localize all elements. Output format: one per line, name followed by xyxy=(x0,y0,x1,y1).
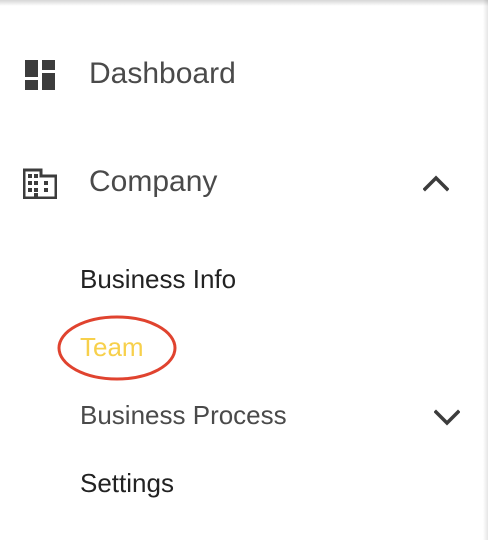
building-icon xyxy=(23,166,57,200)
sub-item-team[interactable]: Team xyxy=(80,332,144,363)
sub-item-settings[interactable]: Settings xyxy=(80,468,174,499)
top-shadow xyxy=(0,0,488,6)
sidebar-nav: Dashboard Company Business Info Team Bus… xyxy=(0,0,488,540)
right-edge-shadow xyxy=(483,0,488,540)
chevron-up-icon[interactable] xyxy=(421,168,451,198)
nav-item-dashboard[interactable]: Dashboard xyxy=(0,48,480,102)
nav-item-company-label: Company xyxy=(89,165,218,198)
chevron-down-icon[interactable] xyxy=(432,403,462,433)
dashboard-icon xyxy=(23,58,57,92)
sub-item-business-process[interactable]: Business Process xyxy=(80,400,287,431)
nav-item-company[interactable]: Company xyxy=(0,156,480,210)
sub-item-business-info[interactable]: Business Info xyxy=(80,264,236,295)
nav-item-dashboard-label: Dashboard xyxy=(89,57,236,90)
